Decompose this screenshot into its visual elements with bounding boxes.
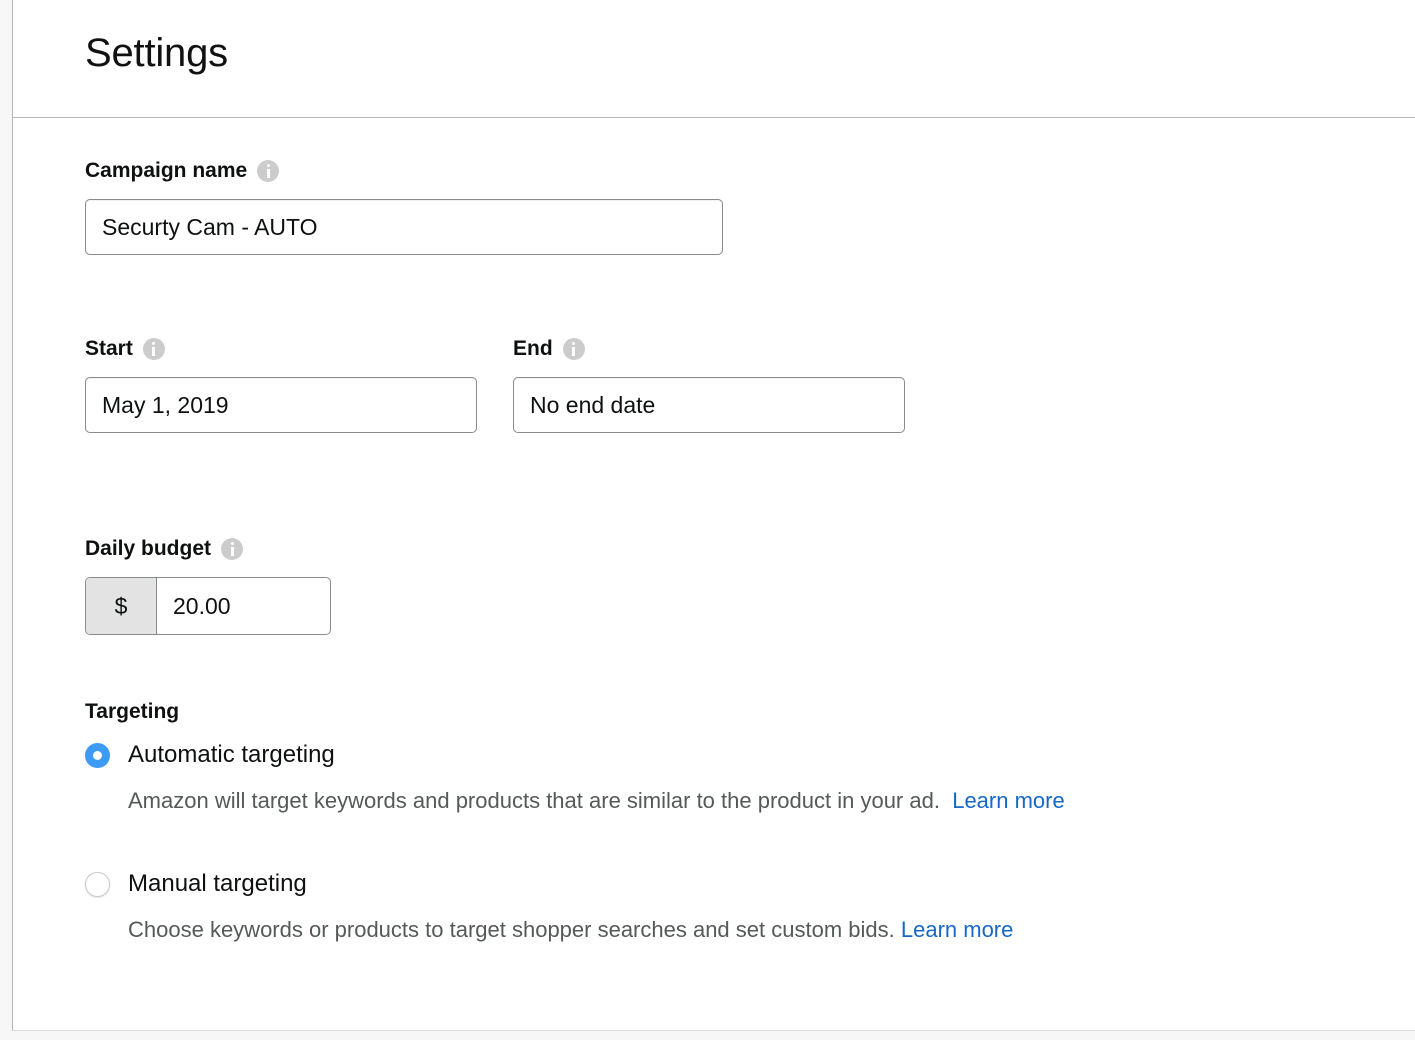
start-date-label: Start — [85, 336, 477, 362]
campaign-name-label-text: Campaign name — [85, 159, 248, 182]
radio-description-automatic-targeting: Amazon will target keywords and products… — [128, 780, 1065, 822]
panel-header: Settings — [13, 0, 1415, 118]
targeting-field-group: Targeting Automatic targeting Amazon wil… — [85, 699, 1350, 951]
campaign-name-label: Campaign name — [85, 158, 723, 184]
automatic-targeting-description-text: Amazon will target keywords and products… — [128, 788, 940, 813]
daily-budget-field-group: Daily budget $ — [85, 536, 331, 635]
manual-targeting-description-text: Choose keywords or products to target sh… — [128, 917, 895, 942]
daily-budget-label-text: Daily budget — [85, 537, 212, 560]
end-date-label-text: End — [513, 337, 553, 360]
radio-option-automatic-targeting[interactable]: Automatic targeting Amazon will target k… — [85, 740, 1350, 822]
targeting-label-text: Targeting — [85, 700, 180, 723]
end-date-label: End — [513, 336, 905, 362]
info-icon[interactable] — [562, 338, 585, 360]
learn-more-link-automatic[interactable]: Learn more — [952, 788, 1065, 813]
radio-description-manual-targeting: Choose keywords or products to target sh… — [128, 909, 1013, 951]
info-icon[interactable] — [221, 538, 244, 560]
radio-automatic-targeting[interactable] — [85, 743, 110, 768]
start-date-label-text: Start — [85, 337, 133, 360]
daily-budget-label: Daily budget — [85, 536, 331, 562]
start-date-input[interactable] — [85, 377, 477, 433]
daily-budget-input[interactable] — [157, 578, 330, 634]
radio-automatic-content: Automatic targeting Amazon will target k… — [110, 740, 1065, 822]
end-date-input[interactable] — [513, 377, 905, 433]
page-title: Settings — [85, 31, 228, 75]
daily-budget-input-wrap: $ — [85, 577, 331, 635]
end-date-field-group: End — [513, 336, 905, 433]
campaign-name-field-group: Campaign name — [85, 158, 723, 255]
radio-label-automatic-targeting[interactable]: Automatic targeting — [128, 740, 1065, 770]
info-icon[interactable] — [142, 338, 165, 360]
targeting-label: Targeting — [85, 699, 1350, 725]
radio-manual-targeting[interactable] — [85, 872, 110, 897]
radio-option-manual-targeting[interactable]: Manual targeting Choose keywords or prod… — [85, 869, 1350, 951]
radio-manual-content: Manual targeting Choose keywords or prod… — [110, 869, 1013, 951]
radio-label-manual-targeting[interactable]: Manual targeting — [128, 869, 1013, 899]
start-date-field-group: Start — [85, 336, 477, 433]
learn-more-link-manual[interactable]: Learn more — [901, 917, 1014, 942]
info-icon[interactable] — [257, 160, 280, 182]
settings-panel: Settings Campaign name Start End — [12, 0, 1415, 1031]
currency-symbol: $ — [86, 578, 157, 634]
campaign-name-input[interactable] — [85, 199, 723, 255]
